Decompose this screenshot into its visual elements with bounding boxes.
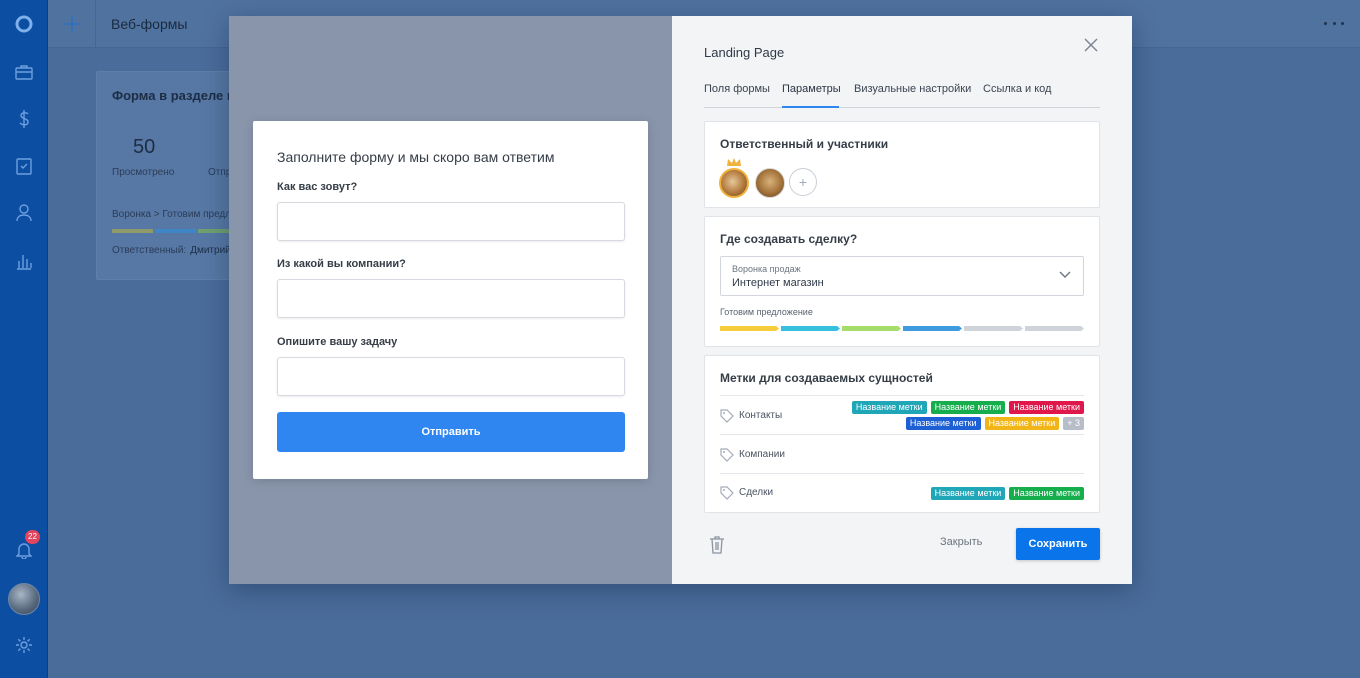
tag-chips: Название метки Название метки Название м… — [824, 401, 1084, 430]
tag-row-label: Контакты — [739, 410, 783, 421]
crown-icon — [727, 158, 741, 166]
trash-icon[interactable] — [708, 535, 726, 555]
tags-section: Метки для создаваемых сущностей Контакты… — [704, 355, 1100, 513]
active-tab-indicator — [782, 106, 839, 108]
field-label-task: Опишите вашу задачу — [277, 336, 398, 348]
tab-parameters[interactable]: Параметры — [782, 83, 841, 95]
background-stat-label: Просмотрено — [112, 167, 175, 178]
tag-row-label: Компании — [739, 449, 785, 460]
participant-avatar[interactable] — [755, 168, 785, 198]
task-input[interactable] — [277, 357, 625, 396]
notification-badge: 22 — [25, 530, 40, 544]
stage-segment[interactable] — [842, 326, 901, 331]
pipeline-select-value: Интернет магазин — [732, 277, 824, 289]
more-tags-badge[interactable]: + 3 — [1063, 417, 1084, 430]
tags-section-title: Метки для создаваемых сущностей — [720, 371, 933, 385]
form-preview-card: Заполните форму и мы скоро вам ответим К… — [253, 121, 648, 479]
page-title: Веб-формы — [111, 16, 188, 32]
user-avatar[interactable] — [8, 583, 40, 615]
tag-chip[interactable]: Название метки — [851, 401, 927, 414]
stage-segment[interactable] — [964, 326, 1023, 331]
responsible-section-title: Ответственный и участники — [720, 137, 889, 151]
responsible-section: Ответственный и участники + — [704, 121, 1100, 208]
tag-row-label: Сделки — [739, 487, 774, 498]
panel-title: Landing Page — [704, 45, 785, 60]
sidebar: 22 — [0, 0, 48, 678]
add-button[interactable] — [48, 0, 96, 48]
tag-chips: Название метки Название метки — [824, 487, 1084, 500]
stage-segment[interactable] — [1025, 326, 1084, 331]
stage-label: Готовим предложение — [720, 307, 813, 317]
tag-row-contacts[interactable]: Контакты Название метки Название метки Н… — [720, 395, 1084, 435]
tag-icon — [720, 409, 734, 423]
deal-section: Где создавать сделку? Воронка продаж Инт… — [704, 216, 1100, 347]
background-responsible-value: Дмитрий — [190, 245, 231, 256]
background-stat-label-2: Отпр — [208, 167, 232, 178]
tag-chip[interactable]: Название метки — [1009, 487, 1084, 500]
webform-modal: Заполните форму и мы скоро вам ответим К… — [229, 16, 1132, 584]
tab-link-and-code[interactable]: Ссылка и код — [983, 83, 1051, 95]
background-responsible-label: Ответственный: — [112, 245, 187, 256]
pipeline-select-label: Воронка продаж — [732, 264, 801, 274]
tag-chip[interactable]: Название метки — [930, 487, 1006, 500]
settings-panel: Landing Page Поля формы Параметры Визуал… — [672, 16, 1132, 584]
stage-segment[interactable] — [781, 326, 840, 331]
tag-icon — [720, 448, 734, 462]
deal-section-title: Где создавать сделку? — [720, 232, 858, 246]
background-stage-bars — [112, 229, 239, 233]
background-responsible: Ответственный: Дмитрий — [112, 245, 231, 256]
pipeline-select[interactable]: Воронка продаж Интернет магазин — [720, 256, 1084, 296]
field-label-company: Из какой вы компании? — [277, 258, 406, 270]
close-icon[interactable] — [1083, 37, 1099, 53]
tag-chip[interactable]: Название метки — [984, 417, 1060, 430]
tag-chip[interactable]: Название метки — [930, 401, 1006, 414]
background-stat-value: 50 — [133, 136, 156, 158]
tag-row-companies[interactable]: Компании — [720, 434, 1084, 473]
bar-chart-icon[interactable] — [0, 247, 48, 275]
background-stage-bar — [112, 229, 153, 233]
more-icon[interactable] — [1324, 16, 1344, 30]
logo-icon[interactable] — [0, 10, 48, 38]
gear-icon[interactable] — [0, 631, 48, 659]
stage-segment[interactable] — [903, 326, 962, 331]
add-participant-button[interactable]: + — [789, 168, 817, 196]
chevron-down-icon — [1059, 271, 1071, 278]
bell-icon[interactable]: 22 — [0, 530, 48, 564]
owner-avatar[interactable] — [719, 168, 749, 198]
briefcase-icon[interactable] — [0, 58, 48, 86]
stage-progress[interactable] — [720, 326, 1084, 331]
person-icon[interactable] — [0, 199, 48, 227]
form-preview-area: Заполните форму и мы скоро вам ответим К… — [229, 16, 672, 584]
close-button[interactable]: Закрыть — [940, 536, 982, 548]
tag-row-deals[interactable]: Сделки Название метки Название метки — [720, 473, 1084, 512]
tag-chip[interactable]: Название метки — [1009, 401, 1084, 414]
tag-chip[interactable]: Название метки — [905, 417, 981, 430]
tab-form-fields[interactable]: Поля формы — [704, 83, 770, 95]
form-preview-title: Заполните форму и мы скоро вам ответим — [277, 149, 555, 165]
name-input[interactable] — [277, 202, 625, 241]
save-button[interactable]: Сохранить — [1016, 528, 1100, 560]
background-funnel-text: Воронка > Готовим предло — [112, 209, 237, 220]
background-stage-bar — [155, 229, 196, 233]
tag-icon — [720, 486, 734, 500]
tab-visual-settings[interactable]: Визуальные настройки — [854, 83, 971, 95]
dollar-icon[interactable] — [0, 105, 48, 133]
company-input[interactable] — [277, 279, 625, 318]
field-label-name: Как вас зовут? — [277, 181, 358, 193]
tab-bar: Поля формы Параметры Визуальные настройк… — [704, 83, 1100, 108]
plus-icon — [62, 15, 81, 33]
clipboard-check-icon[interactable] — [0, 152, 48, 180]
submit-button[interactable]: Отправить — [277, 412, 625, 452]
stage-segment[interactable] — [720, 326, 779, 331]
